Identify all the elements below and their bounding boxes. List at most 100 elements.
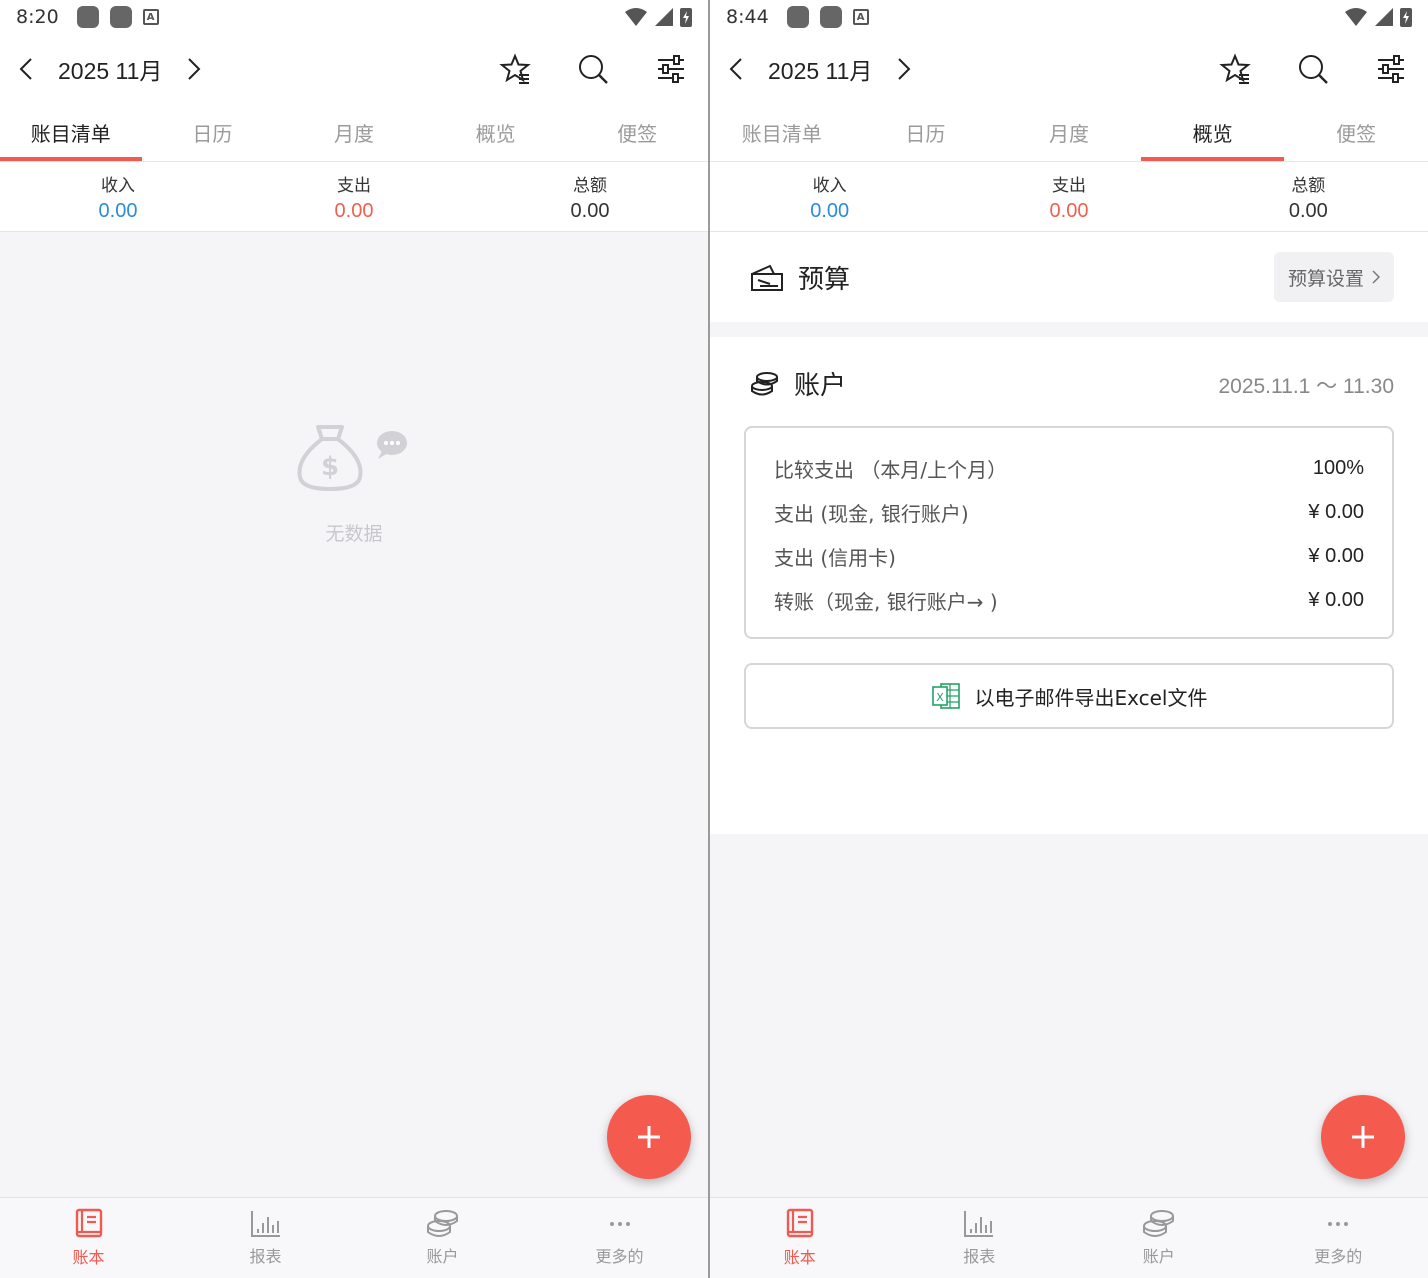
expense-summary: 支出 0.00 bbox=[949, 162, 1188, 231]
credit-expense-value: ¥ 0.00 bbox=[1308, 544, 1364, 567]
summary-bar: 收入 0.00 支出 0.00 总额 0.00 bbox=[710, 162, 1428, 232]
nav-reports[interactable]: 报表 bbox=[177, 1198, 354, 1278]
money-bag-icon: $ bbox=[294, 415, 414, 505]
coins-icon bbox=[426, 1210, 458, 1237]
compare-label: 比较支出 （本月/上个月） bbox=[774, 457, 1008, 482]
tab-entries[interactable]: 账目清单 bbox=[0, 104, 142, 161]
nav-more[interactable]: 更多的 bbox=[531, 1198, 708, 1278]
tab-monthly[interactable]: 月度 bbox=[283, 104, 425, 161]
nav-ledger[interactable]: 账本 bbox=[0, 1198, 177, 1278]
tab-calendar[interactable]: 日历 bbox=[854, 104, 998, 161]
plus-icon bbox=[1352, 1126, 1374, 1148]
status-bar: 8:20 A bbox=[0, 0, 708, 34]
status-indicators bbox=[1344, 7, 1412, 27]
chevron-left-icon[interactable] bbox=[724, 57, 748, 81]
nav-reports[interactable]: 报表 bbox=[890, 1198, 1070, 1278]
chevron-left-icon[interactable] bbox=[14, 57, 38, 81]
svg-text:X: X bbox=[936, 691, 944, 704]
cash-expense-label: 支出 (现金, 银行账户) bbox=[774, 501, 969, 526]
nav-more-label: 更多的 bbox=[595, 1247, 644, 1266]
nav-reports-label: 报表 bbox=[249, 1247, 282, 1266]
add-entry-button[interactable] bbox=[1321, 1095, 1405, 1179]
keyboard-icon: A bbox=[142, 9, 159, 25]
income-label: 收入 bbox=[812, 175, 847, 196]
tab-bar: 账目清单 日历 月度 概览 便签 bbox=[0, 104, 708, 162]
month-label[interactable]: 2025 11月 bbox=[58, 52, 162, 86]
status-indicators bbox=[624, 7, 692, 27]
list-item: 支出 (现金, 银行账户) ¥ 0.00 bbox=[774, 490, 1364, 534]
nav-more[interactable]: 更多的 bbox=[1249, 1198, 1428, 1278]
cash-expense-value: ¥ 0.00 bbox=[1308, 500, 1364, 523]
wifi-icon bbox=[1345, 8, 1367, 26]
tab-overview[interactable]: 概览 bbox=[425, 104, 567, 161]
budget-settings-label: 预算设置 bbox=[1287, 267, 1364, 290]
search-icon[interactable] bbox=[1294, 50, 1332, 88]
sliders-icon[interactable] bbox=[1372, 50, 1410, 88]
export-excel-button[interactable]: X 以电子邮件导出Excel文件 bbox=[744, 663, 1394, 729]
nav-ledger-label: 账本 bbox=[72, 1248, 105, 1267]
chevron-right-icon[interactable] bbox=[892, 57, 916, 81]
bar-chart-icon bbox=[964, 1211, 994, 1237]
tab-notes[interactable]: 便签 bbox=[1284, 104, 1428, 161]
tab-notes[interactable]: 便签 bbox=[566, 104, 708, 161]
more-icon bbox=[1328, 1222, 1349, 1226]
empty-text: 无数据 bbox=[325, 523, 383, 545]
credit-expense-label: 支出 (信用卡) bbox=[774, 545, 896, 570]
summary-bar: 收入 0.00 支出 0.00 总额 0.00 bbox=[0, 162, 708, 232]
wifi-icon bbox=[625, 8, 647, 26]
tab-bar: 账目清单 日历 月度 概览 便签 bbox=[710, 104, 1428, 162]
star-list-icon[interactable] bbox=[496, 50, 534, 88]
tab-overview[interactable]: 概览 bbox=[1140, 104, 1285, 161]
chevron-right-icon[interactable] bbox=[182, 57, 206, 81]
total-summary: 总额 0.00 bbox=[1189, 162, 1428, 231]
bottom-nav: 账本 报表 账户 更多的 bbox=[710, 1197, 1428, 1278]
excel-icon: X bbox=[931, 683, 960, 709]
signal-icon bbox=[655, 8, 673, 26]
budget-card: 预算 预算设置 bbox=[710, 232, 1428, 322]
bottom-nav: 账本 报表 账户 更多的 bbox=[0, 1197, 708, 1278]
total-label: 总额 bbox=[1291, 175, 1326, 196]
total-value: 0.00 bbox=[1288, 199, 1328, 222]
nav-ledger-label: 账本 bbox=[783, 1248, 816, 1267]
add-entry-button[interactable] bbox=[607, 1095, 691, 1179]
battery-icon bbox=[680, 8, 692, 27]
date-range: 2025.11.1 ～ 11.30 bbox=[1218, 375, 1394, 398]
total-label: 总额 bbox=[573, 175, 607, 196]
expense-value: 0.00 bbox=[334, 199, 374, 222]
transfer-value: ¥ 0.00 bbox=[1308, 588, 1364, 611]
tab-entries[interactable]: 账目清单 bbox=[710, 104, 854, 161]
expense-label: 支出 bbox=[1051, 175, 1086, 196]
chevron-right-icon bbox=[1372, 270, 1380, 284]
income-value: 0.00 bbox=[810, 199, 850, 222]
sliders-icon[interactable] bbox=[652, 50, 690, 88]
income-value: 0.00 bbox=[98, 199, 138, 222]
nav-accounts[interactable]: 账户 bbox=[354, 1198, 531, 1278]
list-item: 支出 (信用卡) ¥ 0.00 bbox=[774, 534, 1364, 578]
budget-settings-button[interactable]: 预算设置 bbox=[1273, 252, 1394, 302]
right-screen: 8:44 A 2025 11月 账目清单 日历 月度 概览 便签 收入 0.00… bbox=[710, 0, 1428, 1278]
status-time: 8:20 bbox=[16, 6, 59, 28]
nav-accounts-label: 账户 bbox=[1142, 1247, 1175, 1266]
app-bar: 2025 11月 bbox=[0, 34, 708, 104]
expense-summary: 支出 0.00 bbox=[236, 162, 472, 231]
total-value: 0.00 bbox=[570, 199, 610, 222]
svg-text:$: $ bbox=[321, 452, 339, 482]
tab-monthly[interactable]: 月度 bbox=[997, 104, 1141, 161]
export-label: 以电子邮件导出Excel文件 bbox=[974, 685, 1208, 710]
account-card: 账户 2025.11.1 ～ 11.30 比较支出 （本月/上个月） 100% … bbox=[710, 337, 1428, 834]
nav-ledger[interactable]: 账本 bbox=[710, 1198, 890, 1278]
notification-icon bbox=[786, 6, 809, 28]
compare-value: 100% bbox=[1312, 456, 1364, 479]
budget-icon bbox=[751, 264, 783, 291]
transfer-label: 转账（现金, 银行账户→ ) bbox=[774, 589, 998, 614]
month-label[interactable]: 2025 11月 bbox=[768, 52, 872, 86]
income-summary: 收入 0.00 bbox=[710, 162, 949, 231]
nav-accounts[interactable]: 账户 bbox=[1069, 1198, 1249, 1278]
tab-calendar[interactable]: 日历 bbox=[142, 104, 284, 161]
expense-value: 0.00 bbox=[1049, 199, 1089, 222]
comparison-box: 比较支出 （本月/上个月） 100% 支出 (现金, 银行账户) ¥ 0.00 … bbox=[744, 426, 1394, 639]
search-icon[interactable] bbox=[574, 50, 612, 88]
bar-chart-icon bbox=[250, 1211, 280, 1237]
star-list-icon[interactable] bbox=[1216, 50, 1254, 88]
battery-icon bbox=[1400, 8, 1412, 27]
